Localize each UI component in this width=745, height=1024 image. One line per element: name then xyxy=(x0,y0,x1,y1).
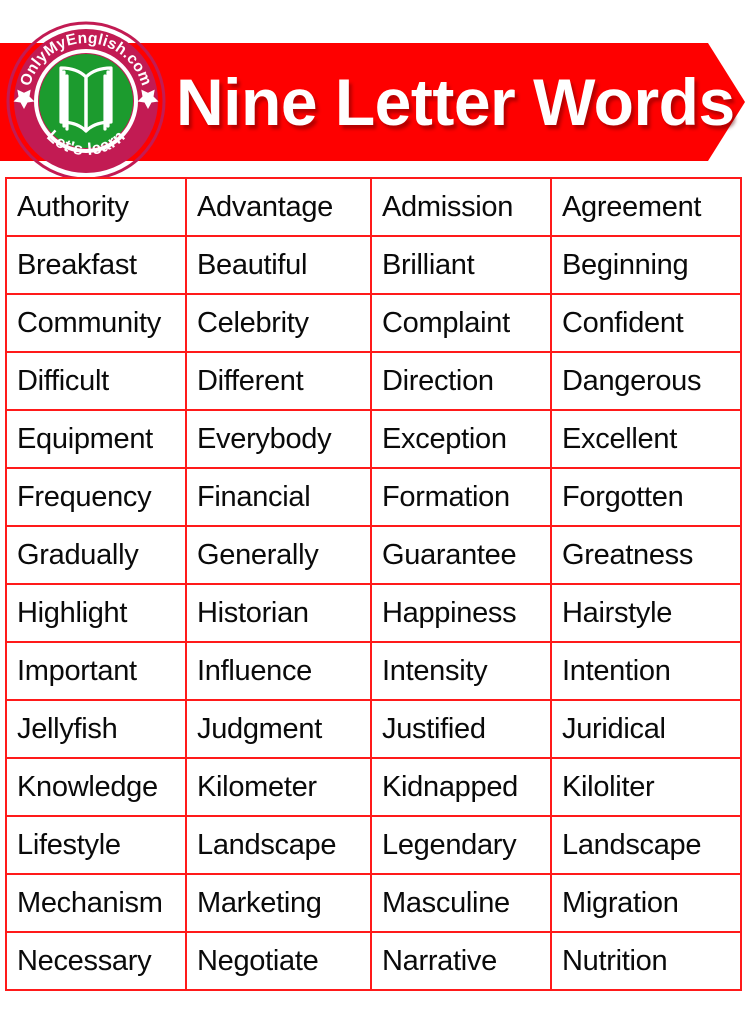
word-cell: Landscape xyxy=(550,815,742,875)
word-cell: Brilliant xyxy=(370,235,552,295)
word-cell: Juridical xyxy=(550,699,742,759)
word-cell: Exception xyxy=(370,409,552,469)
word-cell: Kidnapped xyxy=(370,757,552,817)
word-cell: Negotiate xyxy=(185,931,372,991)
word-cell: Frequency xyxy=(5,467,187,527)
word-cell: Confident xyxy=(550,293,742,353)
table-row: Important Influence Intensity Intention xyxy=(5,641,742,701)
word-cell: Landscape xyxy=(185,815,372,875)
word-cell: Marketing xyxy=(185,873,372,933)
word-cell: Important xyxy=(5,641,187,701)
table-row: Equipment Everybody Exception Excellent xyxy=(5,409,742,469)
page-header: Nine Letter Words OnlyMyEnglish.com Let'… xyxy=(0,0,745,181)
word-cell: Guarantee xyxy=(370,525,552,585)
word-cell: Judgment xyxy=(185,699,372,759)
table-row: Mechanism Marketing Masculine Migration xyxy=(5,873,742,933)
word-cell: Authority xyxy=(5,177,187,237)
site-logo-badge: OnlyMyEnglish.com Let's learn xyxy=(6,21,166,181)
word-cell: Different xyxy=(185,351,372,411)
table-row: Gradually Generally Guarantee Greatness xyxy=(5,525,742,585)
word-cell: Lifestyle xyxy=(5,815,187,875)
word-cell: Hairstyle xyxy=(550,583,742,643)
word-cell: Beautiful xyxy=(185,235,372,295)
word-cell: Kiloliter xyxy=(550,757,742,817)
word-cell: Breakfast xyxy=(5,235,187,295)
word-cell: Masculine xyxy=(370,873,552,933)
table-row: Frequency Financial Formation Forgotten xyxy=(5,467,742,527)
word-cell: Influence xyxy=(185,641,372,701)
word-cell: Nutrition xyxy=(550,931,742,991)
word-cell: Jellyfish xyxy=(5,699,187,759)
word-cell: Necessary xyxy=(5,931,187,991)
word-cell: Kilometer xyxy=(185,757,372,817)
nine-letter-words-table: Authority Advantage Admission Agreement Brea… xyxy=(5,177,742,991)
word-cell: Beginning xyxy=(550,235,742,295)
table-row: Community Celebrity Complaint Confident xyxy=(5,293,742,353)
table-row: Lifestyle Landscape Legendary Landscape xyxy=(5,815,742,875)
table-row: Necessary Negotiate Narrative Nutrition xyxy=(5,931,742,991)
word-cell: Direction xyxy=(370,351,552,411)
word-cell: Forgotten xyxy=(550,467,742,527)
word-cell: Greatness xyxy=(550,525,742,585)
word-cell: Narrative xyxy=(370,931,552,991)
word-cell: Highlight xyxy=(5,583,187,643)
table-row: Difficult Different Direction Dangerous xyxy=(5,351,742,411)
word-cell: Admission xyxy=(370,177,552,237)
table-row: Highlight Historian Happiness Hairstyle xyxy=(5,583,742,643)
word-cell: Formation xyxy=(370,467,552,527)
word-cell: Intention xyxy=(550,641,742,701)
word-cell: Advantage xyxy=(185,177,372,237)
word-cell: Mechanism xyxy=(5,873,187,933)
word-cell: Generally xyxy=(185,525,372,585)
word-cell: Knowledge xyxy=(5,757,187,817)
table-row: Jellyfish Judgment Justified Juridical xyxy=(5,699,742,759)
word-cell: Everybody xyxy=(185,409,372,469)
table-row: Breakfast Beautiful Brilliant Beginning xyxy=(5,235,742,295)
word-cell: Difficult xyxy=(5,351,187,411)
table-row: Authority Advantage Admission Agreement xyxy=(5,177,742,237)
word-cell: Migration xyxy=(550,873,742,933)
word-cell: Legendary xyxy=(370,815,552,875)
word-cell: Equipment xyxy=(5,409,187,469)
word-cell: Happiness xyxy=(370,583,552,643)
word-cell: Complaint xyxy=(370,293,552,353)
word-cell: Agreement xyxy=(550,177,742,237)
page-title: Nine Letter Words xyxy=(176,65,735,139)
table-row: Knowledge Kilometer Kidnapped Kiloliter xyxy=(5,757,742,817)
word-cell: Dangerous xyxy=(550,351,742,411)
word-cell: Financial xyxy=(185,467,372,527)
word-cell: Excellent xyxy=(550,409,742,469)
word-cell: Justified xyxy=(370,699,552,759)
word-cell: Gradually xyxy=(5,525,187,585)
word-cell: Celebrity xyxy=(185,293,372,353)
word-cell: Historian xyxy=(185,583,372,643)
open-book-icon xyxy=(59,66,113,133)
word-cell: Intensity xyxy=(370,641,552,701)
word-cell: Community xyxy=(5,293,187,353)
